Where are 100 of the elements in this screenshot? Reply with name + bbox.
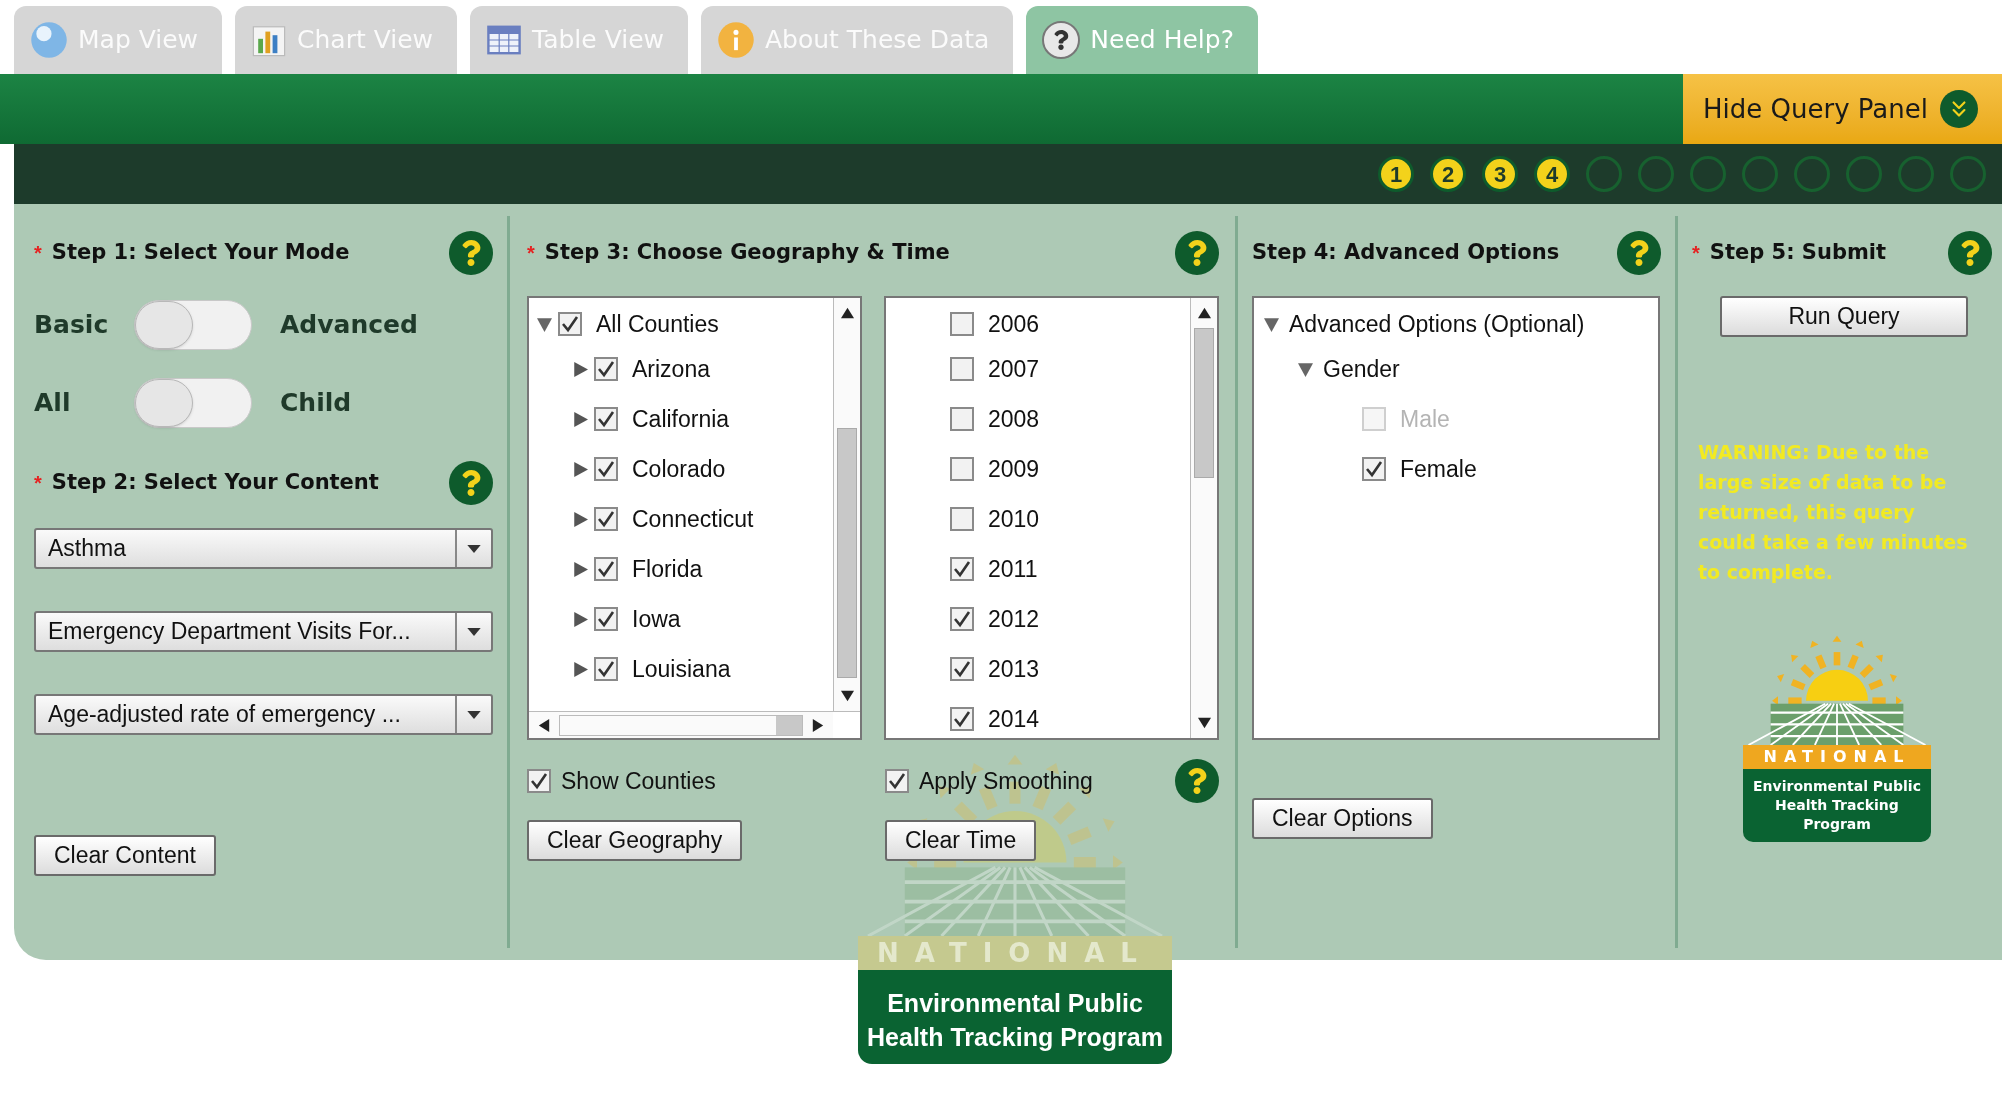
year-label[interactable]: 2013 xyxy=(988,651,1040,687)
tree-item-label[interactable]: All Counties xyxy=(596,306,719,342)
scrollbar-thumb[interactable] xyxy=(837,428,857,678)
checkbox[interactable] xyxy=(950,457,974,481)
tree-item-label[interactable]: Gender xyxy=(1323,351,1400,387)
expanded-caret-icon[interactable] xyxy=(537,316,552,332)
help-icon[interactable] xyxy=(1175,231,1219,275)
toggle-knob[interactable] xyxy=(135,301,193,349)
checkbox[interactable] xyxy=(594,507,618,531)
checkbox[interactable] xyxy=(885,769,909,793)
option-label[interactable]: Female xyxy=(1400,451,1477,487)
run-query-button[interactable]: Run Query xyxy=(1720,296,1968,337)
logo-band: NATIONAL xyxy=(858,936,1172,970)
clear-button[interactable]: Clear Options xyxy=(1252,798,1433,839)
help-icon[interactable] xyxy=(449,231,493,275)
toggle-switch[interactable] xyxy=(134,300,252,350)
collapsed-caret-icon[interactable] xyxy=(573,561,588,577)
checkbox[interactable] xyxy=(594,407,618,431)
checkbox[interactable] xyxy=(950,557,974,581)
step-indicator: 4 xyxy=(1534,156,1570,192)
help-icon[interactable] xyxy=(449,461,493,505)
checkmark-icon xyxy=(952,559,972,579)
clear-button[interactable]: Clear Content xyxy=(34,835,216,876)
checkmark-icon xyxy=(596,609,616,629)
year-label[interactable]: 2012 xyxy=(988,601,1040,637)
collapsed-caret-icon[interactable] xyxy=(573,361,588,377)
expanded-caret-icon[interactable] xyxy=(1298,361,1313,377)
checkbox[interactable] xyxy=(594,657,618,681)
vertical-scrollbar[interactable] xyxy=(1190,298,1217,738)
checkbox[interactable] xyxy=(558,312,582,336)
collapsed-caret-icon[interactable] xyxy=(573,461,588,477)
clear-button[interactable]: Clear Geography xyxy=(527,820,743,861)
toggle-label: Child xyxy=(280,387,352,420)
toggle-switch[interactable] xyxy=(134,378,252,428)
hide-query-panel-button[interactable]: Hide Query Panel xyxy=(1683,74,2002,144)
year-label[interactable]: 2006 xyxy=(988,306,1040,342)
checkmark-icon xyxy=(596,659,616,679)
dropdown[interactable]: Age-adjusted rate of emergency ... xyxy=(34,694,493,735)
required-asterisk: * xyxy=(1692,241,1700,266)
checkmark-icon xyxy=(529,771,549,791)
help-icon[interactable] xyxy=(1175,759,1219,803)
checkmark-icon xyxy=(952,659,972,679)
help-icon[interactable] xyxy=(1948,231,1992,275)
help-icon[interactable] xyxy=(1617,231,1661,275)
help-icon xyxy=(1042,21,1081,59)
collapsed-caret-icon[interactable] xyxy=(573,511,588,527)
checkbox[interactable] xyxy=(594,557,618,581)
checkbox[interactable] xyxy=(950,657,974,681)
vertical-scrollbar[interactable] xyxy=(833,298,860,711)
year-label[interactable]: 2011 xyxy=(988,551,1038,587)
scrollbar-thumb[interactable] xyxy=(776,715,802,735)
dropdown[interactable]: Asthma xyxy=(34,528,493,569)
tree-item-label[interactable]: Louisiana xyxy=(632,651,731,687)
checkbox[interactable] xyxy=(594,357,618,381)
checkbox[interactable] xyxy=(950,707,974,731)
collapsed-caret-icon[interactable] xyxy=(573,411,588,427)
step-title: Step 3: Choose Geography & Time xyxy=(544,239,950,267)
checkbox[interactable] xyxy=(950,607,974,631)
year-label[interactable]: 2009 xyxy=(988,451,1040,487)
tree-item-label[interactable]: Arizona xyxy=(632,351,710,387)
dropdown-caret-icon xyxy=(467,544,481,553)
checkmark-icon xyxy=(952,609,972,629)
scrollbar-thumb[interactable] xyxy=(1194,328,1214,478)
checkbox[interactable] xyxy=(950,312,974,336)
year-label[interactable]: 2008 xyxy=(988,401,1040,437)
collapsed-caret-icon[interactable] xyxy=(573,661,588,677)
tree-item-label[interactable]: Iowa xyxy=(632,601,681,637)
toggle-knob[interactable] xyxy=(135,379,193,427)
year-label[interactable]: 2007 xyxy=(988,351,1040,387)
checkmark-icon xyxy=(596,509,616,529)
checkbox[interactable] xyxy=(594,457,618,481)
checkmark-icon xyxy=(596,559,616,579)
year-label[interactable]: 2014 xyxy=(988,701,1040,737)
clear-button[interactable]: Clear Time xyxy=(885,820,1037,861)
collapsed-caret-icon[interactable] xyxy=(573,611,588,627)
tree-item-label[interactable]: Colorado xyxy=(632,451,726,487)
checkbox[interactable] xyxy=(1362,457,1386,481)
checkbox[interactable] xyxy=(950,507,974,531)
tree-item-label[interactable]: Advanced Options (Optional) xyxy=(1289,306,1585,342)
tree-item-label[interactable]: Florida xyxy=(632,551,703,587)
dropdown[interactable]: Emergency Department Visits For... xyxy=(34,611,493,652)
required-asterisk: * xyxy=(34,471,42,496)
dropdown-value: Age-adjusted rate of emergency ... xyxy=(47,700,402,729)
dropdown-value: Emergency Department Visits For... xyxy=(47,617,412,646)
required-asterisk: * xyxy=(34,241,42,266)
checkbox[interactable] xyxy=(950,357,974,381)
tree-item-label[interactable]: Connecticut xyxy=(632,501,754,537)
checkbox-label: Apply Smoothing xyxy=(919,766,1093,796)
checkmark-icon xyxy=(596,459,616,479)
checkmark-icon xyxy=(887,771,907,791)
horizontal-scrollbar[interactable] xyxy=(529,712,833,738)
toggle-label: All xyxy=(34,387,72,420)
checkbox[interactable] xyxy=(594,607,618,631)
checkbox[interactable] xyxy=(950,407,974,431)
step-title: Step 1: Select Your Mode xyxy=(51,239,350,267)
step-indicator: 2 xyxy=(1430,156,1466,192)
expanded-caret-icon[interactable] xyxy=(1264,316,1279,332)
checkbox[interactable] xyxy=(527,769,551,793)
tree-item-label[interactable]: California xyxy=(632,401,730,437)
year-label[interactable]: 2010 xyxy=(988,501,1040,537)
